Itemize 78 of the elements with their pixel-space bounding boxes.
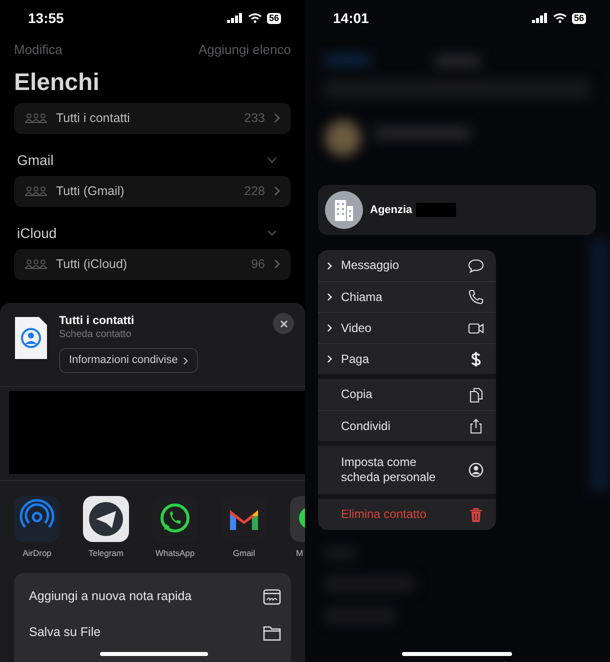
menu-item[interactable]: Condividi <box>318 410 496 441</box>
person-circle-icon <box>468 462 484 478</box>
menu-label: Paga <box>341 352 370 366</box>
building-icon <box>334 199 354 221</box>
row-count: 233 <box>244 110 265 127</box>
wifi-icon <box>552 13 567 23</box>
share-icon <box>468 418 484 434</box>
wifi-icon <box>248 13 262 23</box>
action-row[interactable]: Salva su File <box>14 614 291 651</box>
menu-item[interactable]: Copia <box>318 379 496 410</box>
chevron-right-icon <box>274 186 280 196</box>
note-icon <box>263 588 281 605</box>
airdrop-waves-icon <box>14 496 60 542</box>
chevron-right-icon <box>327 355 332 363</box>
menu-item[interactable]: Paga <box>318 343 496 374</box>
list-row[interactable]: Tutti (iCloud) 96 <box>14 248 291 280</box>
menu-label: Messaggio <box>341 258 400 273</box>
battery-level: 56 <box>266 12 281 24</box>
copy-icon <box>468 386 484 402</box>
action-label: Aggiungi a nuova nota rapida <box>29 588 192 606</box>
section-header: iCloud <box>17 224 57 242</box>
chevron-right-icon <box>182 356 188 364</box>
sheet-subtitle: Scheda contatto <box>59 328 132 342</box>
trash-icon <box>468 506 484 522</box>
menu-label: Chiama <box>341 290 384 304</box>
menu-item[interactable]: Chiama <box>318 281 496 312</box>
contact-file-icon <box>15 317 47 359</box>
people-icon <box>25 113 47 123</box>
chevron-right-icon <box>274 259 280 269</box>
action-label: Salva su File <box>29 624 101 642</box>
menu-item[interactable]: Imposta come scheda personale <box>318 446 496 494</box>
phone-icon <box>468 289 484 305</box>
app-label[interactable]: Gmail <box>232 547 256 560</box>
sheet-title: Tutti i contatti <box>59 314 136 328</box>
app-label[interactable]: WhatsApp <box>155 547 195 560</box>
folder-icon <box>263 624 281 641</box>
status-time: 13:55 <box>28 8 64 28</box>
menu-item[interactable]: Messaggio <box>318 250 496 281</box>
app-label[interactable]: M <box>296 547 304 560</box>
row-label: Tutti i contatti <box>56 110 131 127</box>
app-label[interactable]: Telegram <box>88 547 124 560</box>
menu-item[interactable]: Video <box>318 312 496 343</box>
row-label: Tutti (iCloud) <box>56 256 128 273</box>
people-icon <box>25 259 47 269</box>
row-label: Tutti (Gmail) <box>56 182 126 200</box>
row-count: 228 <box>244 182 265 200</box>
speech-bubble-icon <box>468 258 484 274</box>
contact-name: Agenzia <box>370 202 412 218</box>
app-icon <box>290 496 305 542</box>
signal-icon <box>226 13 243 23</box>
section-header: Gmail <box>17 150 54 170</box>
menu-label: Elimina contatto <box>341 507 428 522</box>
chevron-down-icon <box>267 156 277 162</box>
app-label[interactable]: AirDrop <box>22 547 52 560</box>
paper-plane-icon <box>83 496 129 542</box>
chevron-right-icon <box>327 293 332 301</box>
people-icon <box>25 186 47 196</box>
close-icon <box>280 320 288 328</box>
menu-label: Imposta come scheda personale <box>341 455 437 485</box>
action-row[interactable]: Aggiungi a nuova nota rapida <box>14 578 291 615</box>
redaction-bar <box>416 203 456 217</box>
shared-info-button[interactable]: Informazioni condivise <box>59 348 198 373</box>
menu-label: Copia <box>341 387 374 402</box>
battery-level: 56 <box>572 12 586 24</box>
list-row[interactable]: Tutti (Gmail) 228 <box>14 176 291 206</box>
menu-label: Condividi <box>341 418 392 434</box>
page-title: Elenchi <box>13 68 100 96</box>
status-time: 14:01 <box>333 8 369 28</box>
list-row[interactable]: Tutti i contatti 233 <box>14 102 291 134</box>
chevron-right-icon <box>327 262 332 270</box>
menu-item[interactable]: Elimina contatto <box>318 499 496 530</box>
row-count: 96 <box>251 256 265 273</box>
close-button[interactable] <box>273 313 294 334</box>
chevron-down-icon <box>267 230 277 236</box>
signal-icon <box>532 13 548 23</box>
chevron-right-icon <box>274 113 280 123</box>
menu-label: Video <box>341 320 372 336</box>
chevron-right-icon <box>327 324 332 332</box>
